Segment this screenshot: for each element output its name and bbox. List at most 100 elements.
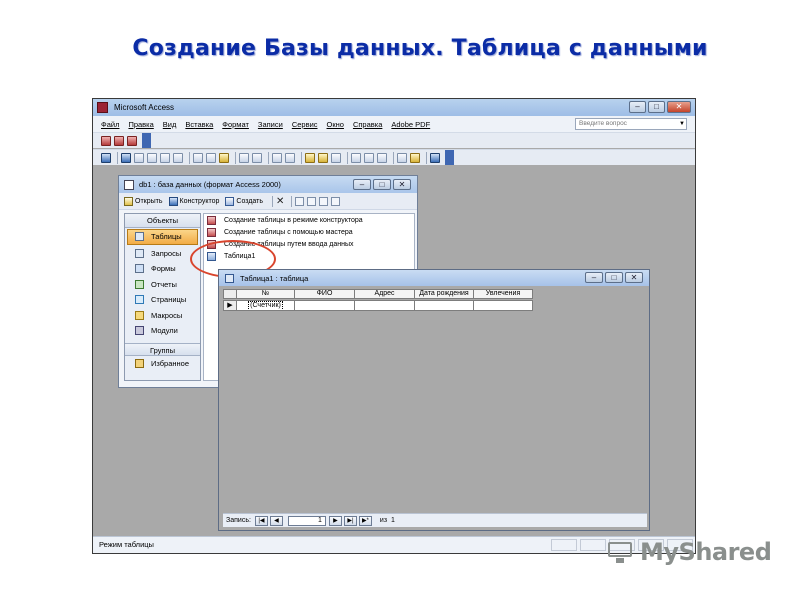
objects-header[interactable]: Объекты [125,214,200,228]
list-view-icon[interactable] [319,196,329,206]
menu-file[interactable]: Файл [101,120,119,129]
pdf-review-icon[interactable] [127,135,137,146]
menu-window[interactable]: Окно [327,120,344,129]
maximize-button[interactable]: □ [648,101,665,113]
new-record-icon[interactable] [364,152,374,163]
object-item-reports[interactable]: Отчеты [125,277,200,293]
delete-record-icon[interactable] [377,152,387,163]
column-header[interactable]: Увлечения [474,289,533,299]
column-header[interactable]: ФИО [295,289,355,299]
toolbar-separator [426,151,427,164]
monitor-screen [608,542,632,557]
list-item-create-design[interactable]: Создание таблицы в режиме конструктора [204,214,414,226]
apply-filter-icon[interactable] [331,152,341,163]
object-item-tables[interactable]: Таблицы [127,229,198,245]
insert-hyperlink-icon[interactable] [252,152,262,163]
spelling-icon[interactable] [173,152,183,163]
undo-icon[interactable] [239,152,249,163]
help-search-input[interactable]: Введите вопрос ▼ [575,118,687,130]
menu-insert[interactable]: Вставка [185,120,213,129]
table-icon [225,273,234,283]
find-icon[interactable] [351,152,361,163]
column-header[interactable]: Дата рождения [415,289,474,299]
groups-header[interactable]: Группы [125,342,200,356]
current-record-field[interactable]: 1 [287,515,326,526]
slide-title: Создание Базы данных. Таблица с данными [132,36,708,61]
maximize-button[interactable]: □ [373,179,391,190]
help-icon[interactable] [430,152,440,163]
object-item-forms[interactable]: Формы [125,261,200,277]
constructor-button[interactable]: Конструктор [168,196,219,206]
list-item-create-wizard[interactable]: Создание таблицы с помощью мастера [204,226,414,238]
delete-icon[interactable]: ✕ [276,196,284,207]
copy-icon[interactable] [206,152,216,163]
object-item-queries[interactable]: Запросы [125,246,200,262]
menu-tools[interactable]: Сервис [292,120,318,129]
toolbar-options-icon[interactable] [142,133,151,148]
chevron-down-icon[interactable]: ▼ [679,119,685,129]
create-button[interactable]: Создать [225,196,263,206]
table-cell[interactable] [355,300,415,311]
close-button[interactable]: ✕ [393,179,411,190]
paste-icon[interactable] [219,152,229,163]
database-window-icon[interactable] [397,152,407,163]
open-button[interactable]: Открыть [124,196,163,206]
close-button[interactable]: ✕ [667,101,691,113]
object-label: Отчеты [151,279,177,289]
toolbar-options-icon[interactable] [445,150,454,165]
table-cell[interactable] [295,300,355,311]
status-text: Режим таблицы [99,540,154,549]
view-icon[interactable] [101,152,111,163]
last-record-button[interactable]: ▶| [343,515,357,526]
menu-format[interactable]: Формат [222,120,249,129]
table-cell[interactable] [474,300,533,311]
new-object-icon[interactable] [410,152,420,163]
next-record-button[interactable]: ▶ [328,515,342,526]
form-icon [135,264,144,274]
menu-records[interactable]: Записи [258,120,283,129]
menu-adobe-pdf[interactable]: Adobe PDF [391,120,430,129]
table-cell[interactable] [415,300,474,311]
db-titlebar: db1 : база данных (формат Access 2000) –… [119,176,417,193]
print-icon[interactable] [147,152,157,163]
object-item-macros[interactable]: Макросы [125,308,200,324]
toolbar-separator [235,151,236,164]
table-cell[interactable]: (Счетчик) [237,300,295,311]
object-item-pages[interactable]: Страницы [125,292,200,308]
menu-view[interactable]: Вид [163,120,177,129]
group-item-favorites[interactable]: Избранное [125,356,200,372]
print-preview-icon[interactable] [160,152,170,163]
cut-icon[interactable] [193,152,203,163]
first-record-button[interactable]: |◀ [254,515,268,526]
previous-record-button[interactable]: ◀ [269,515,283,526]
record-selector[interactable]: ▶ [223,300,237,311]
minimize-button[interactable]: – [585,272,603,283]
minimize-button[interactable]: – [629,101,646,113]
menu-edit[interactable]: Правка [128,120,153,129]
pdf-convert-icon[interactable] [101,135,111,146]
filter-by-form-icon[interactable] [318,152,328,163]
sort-descending-icon[interactable] [285,152,295,163]
column-header[interactable]: Адрес [355,289,415,299]
minimize-button[interactable]: – [353,179,371,190]
sort-ascending-icon[interactable] [272,152,282,163]
new-record-button[interactable]: ▶* [358,515,372,526]
save-icon[interactable] [121,152,131,163]
select-all-cell[interactable] [223,289,237,299]
macro-icon [135,310,144,320]
menu-help[interactable]: Справка [353,120,382,129]
search-icon[interactable] [134,152,144,163]
open-icon [124,196,133,206]
small-icons-icon[interactable] [307,196,317,206]
toolbar-separator [189,151,190,164]
status-cell [580,539,606,551]
column-header[interactable]: № [237,289,295,299]
maximize-button[interactable]: □ [605,272,623,283]
object-item-modules[interactable]: Модули [125,323,200,339]
pdf-email-icon[interactable] [114,135,124,146]
details-view-icon[interactable] [331,196,341,206]
close-button[interactable]: ✕ [625,272,643,283]
filter-by-selection-icon[interactable] [305,152,315,163]
table-row: ▶ (Счетчик) [223,300,533,311]
large-icons-icon[interactable] [295,196,305,206]
